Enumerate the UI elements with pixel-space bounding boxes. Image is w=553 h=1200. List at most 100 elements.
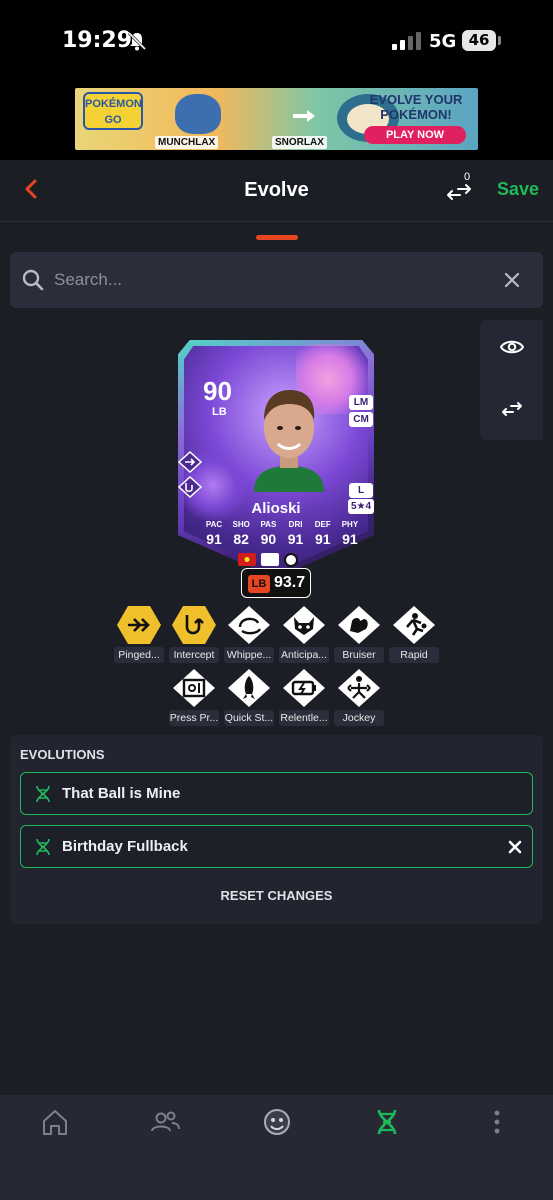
evolution-item[interactable]: That Ball is Mine (20, 772, 533, 815)
jockey-icon (338, 669, 380, 707)
alt-position-badge: LM (349, 395, 373, 410)
alt-position-badge: CM (349, 412, 373, 427)
home-icon[interactable] (40, 1107, 70, 1137)
ad-play-now-button[interactable]: PLAY NOW (364, 126, 466, 144)
preferred-foot-badge: L (349, 483, 373, 498)
playstyle-label: Rapid (389, 647, 439, 663)
ad-to-label: SNORLAX (272, 136, 327, 149)
playstyles-row: Press Pr... Quick St... Relentle... Jock… (0, 668, 553, 726)
card-flags (238, 553, 298, 567)
playstyle-label: Quick St... (224, 710, 274, 726)
playstyle-item[interactable]: Quick St... (224, 668, 274, 726)
bell-muted-icon (127, 31, 147, 51)
position-rating-value: 93.7 (274, 574, 306, 591)
playstyle-label: Bruiser (334, 647, 384, 663)
playstyle-item[interactable]: Jockey (334, 668, 384, 726)
stat-pas: PAS 90 (256, 520, 280, 547)
evolution-label: That Ball is Mine (62, 785, 181, 802)
stat-label: PAC (205, 520, 223, 529)
rapid-icon (393, 606, 435, 644)
club-badge-icon (284, 553, 298, 567)
player-card[interactable]: 90 LB LM CM L 5★4 Alioski PAC 91 SHO 82 … (178, 340, 376, 578)
pinged-pass-icon (117, 606, 161, 644)
close-icon[interactable] (508, 840, 522, 854)
evolution-label: Birthday Fullback (62, 838, 188, 855)
stat-phy: PHY 91 (338, 520, 362, 547)
card-rating: 90 (203, 376, 232, 406)
cellular-signal-icon (392, 32, 421, 50)
playstyle-label: Relentle... (279, 710, 329, 726)
stat-value: 90 (260, 531, 277, 547)
club-icon[interactable] (262, 1107, 292, 1137)
bruiser-icon (338, 606, 380, 644)
playstyle-item[interactable]: Anticipa... (279, 605, 329, 663)
playstyle-label: Jockey (334, 710, 384, 726)
search-input[interactable] (54, 266, 474, 294)
save-button[interactable]: Save (497, 179, 539, 200)
card-side-panel (480, 320, 543, 440)
status-bar: 19:29 5G 46 (0, 0, 553, 82)
more-vertical-icon[interactable] (482, 1107, 512, 1137)
stat-label: DRI (288, 520, 303, 529)
people-icon[interactable] (150, 1107, 180, 1137)
stat-value: 91 (206, 531, 222, 547)
stat-value: 91 (287, 531, 304, 547)
playstyle-item[interactable]: Bruiser (334, 605, 384, 663)
playstyle-label: Pinged... (114, 647, 164, 663)
relentless-icon (283, 669, 325, 707)
stat-label: DEF (314, 520, 331, 529)
status-time: 19:29 (62, 28, 133, 53)
playstyle-label: Whippe... (224, 647, 274, 663)
quick-step-icon (228, 669, 270, 707)
stat-label: PHY (341, 520, 359, 529)
playstyle-item[interactable]: Rapid (389, 605, 439, 663)
position-rating-label: LB (248, 575, 270, 593)
stat-def: DEF 91 (311, 520, 335, 547)
search-box (10, 252, 543, 308)
stat-label: SHO (232, 520, 250, 529)
stat-label: PAS (260, 520, 277, 529)
playstyle-item[interactable]: Relentle... (279, 668, 329, 726)
app-header: Evolve 0 Save (0, 160, 553, 222)
stat-sho: SHO 82 (229, 520, 253, 547)
intercept-icon (172, 606, 216, 644)
card-stats: PAC 91 SHO 82 PAS 90 DRI 91 DEF 91 PHY 9… (202, 520, 362, 547)
tab-indicator (256, 235, 298, 240)
evolution-item[interactable]: Birthday Fullback (20, 825, 533, 868)
playstyle-item[interactable]: Press Pr... (169, 668, 219, 726)
playstyle-label: Anticipa... (279, 647, 329, 663)
ad-from-label: MUNCHLAX (155, 136, 219, 149)
stat-pac: PAC 91 (202, 520, 226, 547)
league-logo-icon (261, 553, 279, 566)
position-rating: LB 93.7 (241, 568, 311, 598)
dna-icon (36, 838, 50, 856)
pinged-pass-icon (178, 451, 202, 473)
playstyle-label: Press Pr... (169, 710, 219, 726)
reset-changes-button[interactable]: RESET CHANGES (10, 888, 543, 903)
playstyle-item[interactable]: Pinged... (114, 605, 164, 663)
nation-flag-icon (238, 553, 256, 566)
dna-icon (36, 785, 50, 803)
stat-value: 82 (233, 531, 249, 547)
compare-arrows-icon[interactable] (501, 400, 523, 418)
intercept-icon (178, 476, 202, 498)
ad-banner[interactable]: POKÉMON GO MUNCHLAX SNORLAX EVOLVE YOUR … (75, 88, 478, 150)
stat-value: 91 (314, 531, 331, 547)
playstyle-label: Intercept (169, 647, 219, 663)
card-position: LB (212, 406, 227, 418)
eye-icon[interactable] (500, 338, 524, 356)
anticipate-icon (283, 606, 325, 644)
player-portrait (254, 390, 324, 492)
evolutions-panel: EVOLUTIONS That Ball is Mine Birthday Fu… (10, 735, 543, 924)
pokemon-go-logo: POKÉMON GO (83, 92, 143, 130)
playstyle-item[interactable]: Whippe... (224, 605, 274, 663)
player-name: Alioski (251, 500, 301, 517)
playstyle-item[interactable]: Intercept (169, 605, 219, 663)
ad-headline: EVOLVE YOUR POKÉMON! (369, 92, 463, 122)
stat-value: 91 (342, 531, 358, 547)
close-icon[interactable] (503, 271, 521, 289)
bottom-nav (0, 1095, 553, 1200)
compare-arrows-icon[interactable] (446, 182, 472, 202)
battery-level: 46 (462, 30, 496, 51)
dna-icon[interactable] (372, 1107, 402, 1137)
